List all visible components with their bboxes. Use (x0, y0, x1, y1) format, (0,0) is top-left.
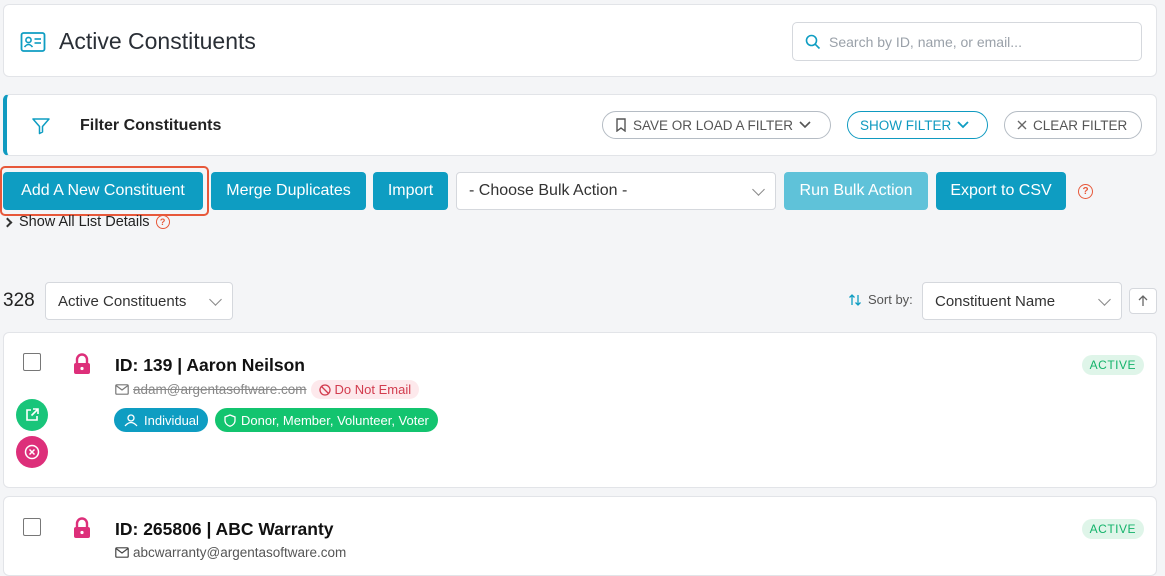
chevron-down-icon (209, 293, 222, 306)
list-item: ID: 139 | Aaron Neilson adam@argentasoft… (3, 332, 1157, 488)
envelope-icon (115, 547, 129, 558)
external-link-icon (26, 408, 39, 421)
bookmark-icon (616, 118, 626, 132)
row-checkbox[interactable] (23, 353, 41, 371)
chevron-down-icon (957, 121, 969, 129)
sort-select[interactable]: Constituent Name (922, 282, 1122, 320)
page-header: Active Constituents Search by ID, name, … (3, 4, 1157, 77)
close-circle-icon (24, 444, 40, 460)
clear-filter-label: CLEAR FILTER (1033, 117, 1128, 133)
result-count: 328 (3, 290, 35, 311)
row-title[interactable]: ID: 265806 | ABC Warranty (115, 519, 334, 540)
roles-tag: Donor, Member, Volunteer, Voter (215, 408, 438, 432)
shield-icon (224, 413, 236, 427)
status-badge: ACTIVE (1081, 355, 1144, 375)
prohibited-icon (318, 383, 331, 396)
sort-icon (849, 293, 861, 306)
clear-filter-button[interactable]: CLEAR FILTER (1004, 111, 1142, 139)
status-badge: ACTIVE (1081, 519, 1144, 539)
row-email-text: adam@argentasoftware.com (133, 382, 307, 397)
list-item: ID: 265806 | ABC Warranty abcwarranty@ar… (3, 496, 1157, 576)
type-tag-label: Individual (144, 412, 199, 428)
row-title[interactable]: ID: 139 | Aaron Neilson (115, 355, 305, 376)
merge-duplicates-button[interactable]: Merge Duplicates (211, 172, 366, 210)
bulk-action-select[interactable]: - Choose Bulk Action - (456, 172, 776, 210)
sort-by-label: Sort by: (868, 292, 913, 307)
close-icon (1017, 120, 1027, 130)
filter-title: Filter Constituents (80, 117, 222, 134)
export-csv-button[interactable]: Export to CSV (936, 172, 1066, 210)
chevron-right-icon (2, 217, 13, 227)
type-tag: Individual (114, 408, 208, 432)
bulk-action-selected: - Choose Bulk Action - (469, 182, 628, 199)
show-filter-button[interactable]: SHOW FILTER (847, 111, 988, 139)
lock-icon (74, 353, 90, 374)
sort-by-label-group: Sort by: (848, 292, 913, 307)
lock-icon (74, 517, 90, 538)
show-filter-label: SHOW FILTER (860, 117, 952, 133)
chevron-down-icon (1098, 293, 1111, 306)
show-all-list-details-label: Show All List Details (19, 214, 150, 230)
row-checkbox[interactable] (23, 518, 41, 536)
roles-tag-label: Donor, Member, Volunteer, Voter (241, 412, 429, 428)
do-not-email-badge: Do Not Email (310, 380, 420, 399)
run-bulk-action-button[interactable]: Run Bulk Action (784, 172, 928, 210)
sort-direction-button[interactable] (1129, 288, 1157, 314)
filter-bar: Filter Constituents SAVE OR LOAD A FILTE… (3, 94, 1157, 156)
search-input[interactable]: Search by ID, name, or email... (792, 22, 1142, 61)
row-email: adam@argentasoftware.com Do Not Email (115, 380, 420, 399)
contact-card-icon (20, 32, 46, 52)
row-email-text: abcwarranty@argentasoftware.com (133, 545, 347, 560)
add-new-constituent-button[interactable]: Add A New Constituent (3, 172, 203, 210)
row-email: abcwarranty@argentasoftware.com (115, 545, 346, 560)
chevron-down-icon (752, 183, 765, 196)
import-button[interactable]: Import (373, 172, 448, 210)
sort-selected: Constituent Name (935, 292, 1056, 310)
show-all-list-details-toggle[interactable]: Show All List Details ? (2, 214, 170, 230)
view-select[interactable]: Active Constituents (45, 282, 233, 320)
save-or-load-filter-button[interactable]: SAVE OR LOAD A FILTER (602, 111, 831, 139)
user-icon (124, 413, 138, 426)
deactivate-button[interactable] (16, 436, 48, 468)
help-icon[interactable]: ? (1078, 184, 1093, 199)
view-selected: Active Constituents (58, 292, 187, 310)
save-or-load-filter-label: SAVE OR LOAD A FILTER (633, 117, 794, 133)
envelope-icon (115, 384, 129, 395)
do-not-email-label: Do Not Email (334, 382, 412, 397)
chevron-down-icon (799, 121, 811, 129)
filter-icon (32, 118, 50, 135)
arrow-up-icon (1138, 295, 1148, 306)
search-icon (805, 34, 821, 50)
page-title: Active Constituents (59, 28, 256, 54)
search-placeholder: Search by ID, name, or email... (829, 34, 1022, 50)
open-record-button[interactable] (16, 399, 48, 431)
help-icon[interactable]: ? (155, 215, 170, 229)
